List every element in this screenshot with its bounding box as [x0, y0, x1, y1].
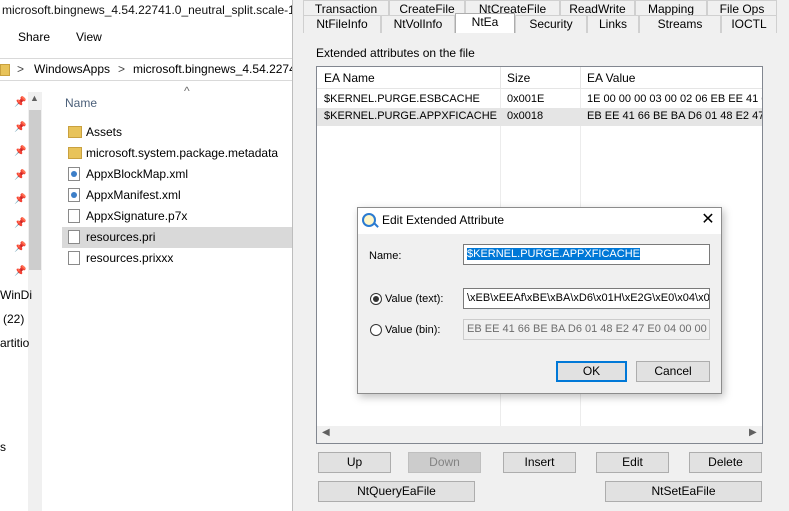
scroll-left-icon[interactable]: ◀	[322, 427, 330, 438]
file-name: Assets	[86, 125, 123, 139]
tab-links[interactable]: Links	[587, 15, 639, 33]
file-name: microsoft.system.package.metadata	[86, 146, 279, 160]
value-bin-label[interactable]: Value (bin):	[385, 324, 440, 336]
folder-icon	[68, 126, 82, 138]
value-text-radio[interactable]	[370, 293, 382, 305]
file-row-assets[interactable]: Assets	[62, 122, 292, 143]
column-divider[interactable]	[500, 67, 501, 89]
ea-row[interactable]: $KERNEL.PURGE.ESBCACHE 0x001E 1E 00 00 0…	[317, 91, 762, 109]
ea-list-header: EA Name Size EA Value	[317, 67, 762, 89]
file-row-signature[interactable]: AppxSignature.p7x	[62, 206, 292, 227]
file-name: AppxBlockMap.xml	[86, 167, 189, 181]
scroll-right-icon[interactable]: ▶	[749, 427, 757, 438]
ea-group-label: Extended attributes on the file	[316, 46, 475, 60]
pin-icon: 📌	[14, 194, 27, 205]
ntseteafile-button[interactable]: NtSetEaFile	[605, 481, 762, 502]
breadcrumb-item-bingnews[interactable]: microsoft.bingnews_4.54.22741	[133, 62, 292, 76]
pin-icon: 📌	[14, 122, 27, 133]
nav-scrollbar-thumb[interactable]	[29, 110, 41, 270]
chevron-right-icon: >	[118, 62, 126, 76]
down-button[interactable]: Down	[408, 452, 481, 473]
ribbon-tab-share[interactable]: Share	[18, 30, 50, 44]
edit-button[interactable]: Edit	[596, 452, 669, 473]
ribbon-tab-view[interactable]: View	[76, 30, 102, 44]
ea-value-cell: 1E 00 00 00 03 00 02 06 EB EE 41 66	[587, 93, 762, 105]
value-text-field[interactable]: \xEB\xEEAf\xBE\xBA\xD6\x01H\xE2G\xE0\x04…	[463, 288, 710, 309]
edit-dialog-title: Edit Extended Attribute	[382, 213, 505, 227]
magnifier-icon	[362, 213, 376, 227]
file-name: AppxSignature.p7x	[86, 209, 188, 223]
ea-name-cell: $KERNEL.PURGE.ESBCACHE	[324, 93, 480, 105]
tab-security[interactable]: Security	[515, 15, 587, 33]
nav-item-windows-drive[interactable]: WinDi	[0, 288, 32, 302]
ea-size-cell: 0x001E	[507, 93, 545, 105]
ea-name-cell: $KERNEL.PURGE.APPXFICACHE	[324, 110, 497, 122]
name-label: Name:	[369, 250, 402, 262]
folder-icon	[68, 147, 82, 159]
explorer-window-title: microsoft.bingnews_4.54.22741.0_neutral_…	[2, 3, 292, 17]
column-header-ea-value[interactable]: EA Value	[587, 71, 635, 85]
pin-icon: 📌	[14, 242, 27, 253]
delete-button[interactable]: Delete	[689, 452, 762, 473]
file-row-blockmap[interactable]: AppxBlockMap.xml	[62, 164, 292, 185]
file-name: AppxManifest.xml	[86, 188, 181, 202]
column-divider[interactable]	[580, 67, 581, 89]
folder-icon	[0, 64, 10, 76]
sort-ascending-icon: ^	[184, 84, 190, 98]
file-row-manifest[interactable]: AppxManifest.xml	[62, 185, 292, 206]
tab-ioctl[interactable]: IOCTL	[721, 15, 777, 33]
name-field[interactable]: $KERNEL.PURGE.APPXFICACHE	[463, 244, 710, 265]
close-icon[interactable]: ✕	[698, 210, 718, 230]
pin-icon: 📌	[14, 146, 27, 157]
column-header-size[interactable]: Size	[507, 71, 530, 85]
file-name: resources.pri	[86, 230, 156, 244]
scroll-up-icon[interactable]: ▲	[30, 93, 39, 103]
file-icon	[68, 251, 80, 265]
nav-item-s[interactable]: s	[0, 440, 6, 454]
cancel-button[interactable]: Cancel	[636, 361, 710, 382]
value-bin-field: EB EE 41 66 BE BA D6 01 48 E2 47 E0 04 0…	[463, 319, 710, 340]
address-bar[interactable]: > WindowsApps > microsoft.bingnews_4.54.…	[0, 58, 292, 81]
nav-item-count[interactable]: (22)	[3, 312, 24, 326]
tab-streams[interactable]: Streams	[639, 15, 721, 33]
ea-row[interactable]: $KERNEL.PURGE.APPXFICACHE 0x0018 EB EE 4…	[317, 108, 762, 126]
ok-button[interactable]: OK	[556, 361, 627, 382]
insert-button[interactable]: Insert	[503, 452, 576, 473]
xml-file-icon	[68, 188, 80, 202]
tab-ntfileinfo[interactable]: NtFileInfo	[303, 15, 381, 33]
xml-file-icon	[68, 167, 80, 181]
nav-item-partition[interactable]: artitio	[0, 336, 29, 350]
file-row-resources-pri[interactable]: resources.pri	[62, 227, 292, 248]
pin-icon: 📌	[14, 97, 27, 108]
pin-icon: 📌	[14, 266, 27, 277]
tab-ntea[interactable]: NtEa	[455, 13, 515, 33]
column-header-ea-name[interactable]: EA Name	[324, 71, 375, 85]
value-bin-radio[interactable]	[370, 324, 382, 336]
pin-icon: 📌	[14, 170, 27, 181]
name-field-value: $KERNEL.PURGE.APPXFICACHE	[467, 248, 640, 260]
ea-value-cell: EB EE 41 66 BE BA D6 01 48 E2 47 E0	[587, 110, 762, 122]
breadcrumb-item-windowsapps[interactable]: WindowsApps	[34, 62, 110, 76]
file-name: resources.prixxx	[86, 251, 174, 265]
chevron-right-icon: >	[17, 62, 25, 76]
ea-size-cell: 0x0018	[507, 110, 544, 122]
file-icon	[68, 209, 80, 223]
file-icon	[68, 230, 80, 244]
tab-ntvolinfo[interactable]: NtVolInfo	[381, 15, 455, 33]
column-header-name[interactable]: Name	[65, 96, 97, 110]
value-text-label[interactable]: Value (text):	[385, 293, 444, 305]
ea-list-hscrollbar[interactable]	[317, 426, 762, 443]
up-button[interactable]: Up	[318, 452, 391, 473]
file-row-metadata[interactable]: microsoft.system.package.metadata	[62, 143, 292, 164]
ntqueryeafile-button[interactable]: NtQueryEaFile	[318, 481, 475, 502]
pin-icon: 📌	[14, 218, 27, 229]
file-row-resources-prixxx[interactable]: resources.prixxx	[62, 248, 292, 269]
